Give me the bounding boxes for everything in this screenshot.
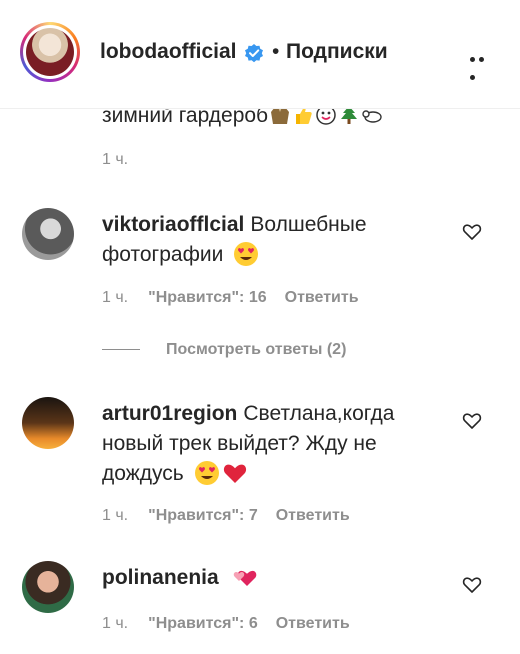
hearts-emoji-icon [233, 570, 256, 586]
view-replies-button[interactable]: Посмотреть ответы (2) [102, 341, 346, 359]
comment-text: polinanenia [102, 563, 432, 593]
comment-time: 1 ч. [102, 151, 129, 168]
like-heart-icon[interactable] [462, 411, 482, 431]
post-header: lobodaofficial • Подписки [0, 0, 520, 109]
comment-username[interactable]: viktoriaofflcial [102, 213, 244, 236]
avatar[interactable] [22, 397, 74, 449]
avatar[interactable] [22, 561, 74, 613]
like-heart-icon[interactable] [462, 575, 482, 595]
likes-count[interactable]: "Нравится": 16 [148, 289, 267, 306]
comment-username[interactable]: artur01region [102, 402, 237, 425]
comment-meta: 1 ч. "Нравится": 7 Ответить [102, 507, 350, 525]
more-options-icon[interactable] [470, 49, 496, 80]
comment-time: 1 ч. [102, 507, 129, 524]
likes-count[interactable]: "Нравится": 6 [148, 615, 258, 632]
header-separator: • [272, 40, 280, 63]
reply-button[interactable]: Ответить [285, 289, 359, 306]
partial-comment-meta: 1 ч. [102, 151, 148, 169]
comment-time: 1 ч. [102, 615, 129, 632]
red-heart-emoji-icon [223, 464, 246, 483]
header-username[interactable]: lobodaofficial [100, 40, 237, 64]
like-heart-icon[interactable] [462, 222, 482, 242]
heart-eyes-emoji-icon [234, 242, 259, 266]
view-replies-label: Посмотреть ответы (2) [166, 341, 347, 358]
verified-badge-icon [245, 44, 263, 63]
avatar-photo [26, 28, 74, 76]
reply-button[interactable]: Ответить [276, 507, 350, 524]
profile-avatar[interactable] [20, 22, 80, 82]
replies-divider [102, 349, 140, 351]
reply-button[interactable]: Ответить [276, 615, 350, 632]
following-button[interactable]: Подписки [286, 40, 388, 64]
comment-text: artur01region Светлана,когда новый трек в… [102, 399, 432, 489]
heart-eyes-emoji-icon [194, 461, 219, 485]
comment-meta: 1 ч. "Нравится": 6 Ответить [102, 615, 350, 633]
comment-username[interactable]: polinanenia [102, 566, 219, 589]
comment-text: viktoriaofflcial Волшебные фотографии [102, 210, 432, 270]
comment-meta: 1 ч. "Нравится": 16 Ответить [102, 289, 359, 307]
comment-time: 1 ч. [102, 289, 129, 306]
likes-count[interactable]: "Нравится": 7 [148, 507, 258, 524]
avatar[interactable] [22, 208, 74, 260]
